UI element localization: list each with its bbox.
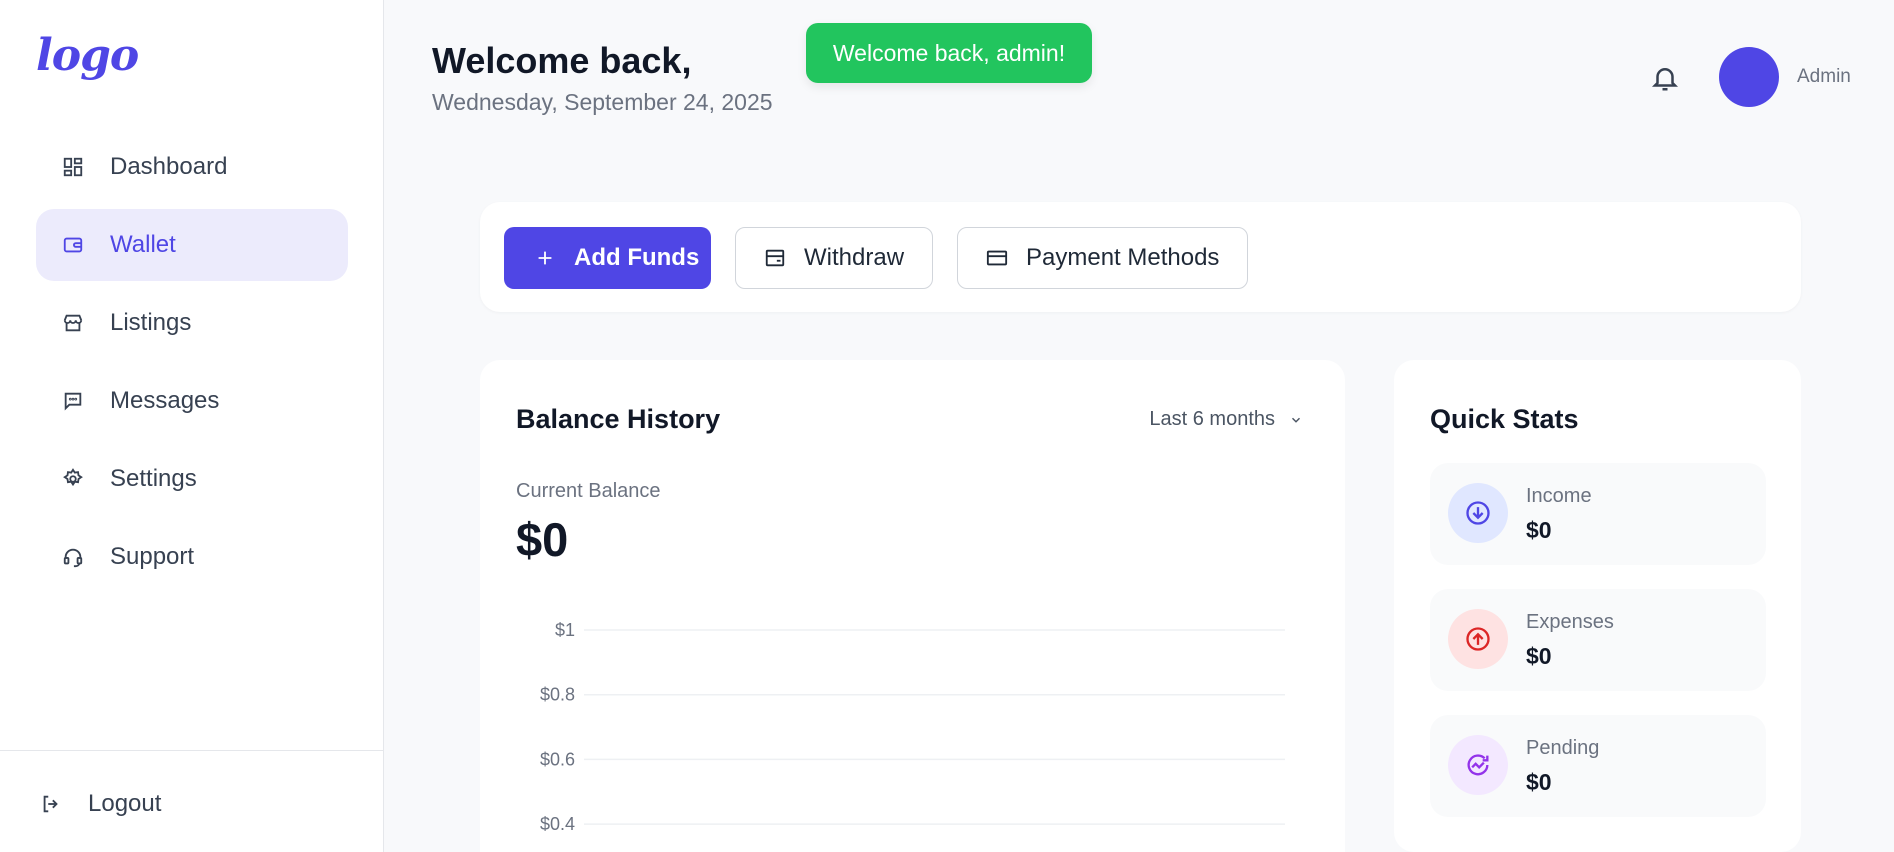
y-tick-label: $0.8 [540,685,575,705]
sidebar-nav: Dashboard Wallet Listings Messages Setti… [36,131,348,599]
balance-history-card: Balance History Last 6 months Current Ba… [480,360,1345,852]
payment-methods-button[interactable]: Payment Methods [957,227,1248,289]
plus-icon [538,251,552,265]
stat-value: $0 [1526,643,1552,669]
range-select-value: Last 6 months [1149,408,1275,430]
stat-label: Income [1526,485,1592,507]
headset-icon [62,546,84,568]
sidebar-item-label: Wallet [110,231,176,258]
stat-label: Expenses [1526,611,1614,633]
stat-label: Pending [1526,737,1600,759]
welcome-toast[interactable]: Welcome back, admin! [806,23,1092,83]
stat-expenses: Expenses $0 [1430,589,1766,691]
avatar[interactable] [1719,47,1779,107]
pending-icon-circle [1448,735,1508,795]
pending-icon [1467,754,1489,776]
current-date: Wednesday, September 24, 2025 [432,89,773,115]
logout-button[interactable]: Logout [40,790,161,818]
expenses-icon-circle [1448,609,1508,669]
balance-chart: $1 $0.8 $0.6 $0.4 [540,620,1285,834]
balance-history-title: Balance History [516,404,721,434]
store-icon [62,312,84,334]
sidebar-item-label: Support [110,543,195,570]
add-funds-label: Add Funds [574,244,700,271]
payment-methods-label: Payment Methods [1026,244,1220,271]
dashboard-icon [62,156,84,178]
add-funds-button[interactable]: Add Funds [504,227,711,289]
sidebar: logo Dashboard Wallet Listings Messages [0,0,384,852]
arrow-up-circle-icon [1466,627,1490,651]
sidebar-item-settings[interactable]: Settings [36,443,348,515]
range-select[interactable]: Last 6 months [1149,408,1303,431]
gear-icon [62,468,84,490]
message-icon [62,390,84,412]
withdraw-button[interactable]: Withdraw [735,227,933,289]
sidebar-item-label: Settings [110,465,197,492]
current-balance-label: Current Balance [516,480,661,502]
stat-value: $0 [1526,769,1552,795]
arrow-down-circle-icon [1466,501,1490,525]
quick-stats-title: Quick Stats [1430,404,1579,434]
user-name[interactable]: Admin [1797,66,1851,88]
withdraw-icon [765,249,785,267]
sidebar-item-listings[interactable]: Listings [36,287,348,359]
logo[interactable]: logo [36,34,139,78]
credit-card-icon [986,250,1008,266]
wallet-actions: Add Funds Withdraw Payment Methods [480,202,1801,312]
wallet-icon [62,234,84,256]
sidebar-divider [0,750,384,751]
page-title: Welcome back, [432,40,692,81]
y-tick-label: $0.6 [540,749,575,769]
chevron-down-icon [1291,417,1301,423]
logout-label: Logout [88,790,162,817]
bell-icon [1651,68,1679,91]
withdraw-label: Withdraw [804,244,905,271]
sidebar-item-label: Listings [110,309,192,336]
stat-income: Income $0 [1430,463,1766,565]
sidebar-item-label: Messages [110,387,220,414]
stat-pending: Pending $0 [1430,715,1766,817]
income-icon-circle [1448,483,1508,543]
stat-value: $0 [1526,517,1552,543]
sidebar-item-dashboard[interactable]: Dashboard [36,131,348,203]
notifications-button[interactable] [1650,62,1680,94]
quick-stats-card: Quick Stats Income $0 Expenses $0 Pendin… [1394,360,1801,852]
current-balance-value: $0 [516,513,569,566]
sidebar-item-wallet[interactable]: Wallet [36,209,348,281]
y-tick-label: $1 [555,620,575,640]
sidebar-item-messages[interactable]: Messages [36,365,348,437]
sidebar-item-support[interactable]: Support [36,521,348,593]
sidebar-item-label: Dashboard [110,153,228,180]
logout-icon [43,795,58,813]
y-tick-label: $0.4 [540,814,575,834]
